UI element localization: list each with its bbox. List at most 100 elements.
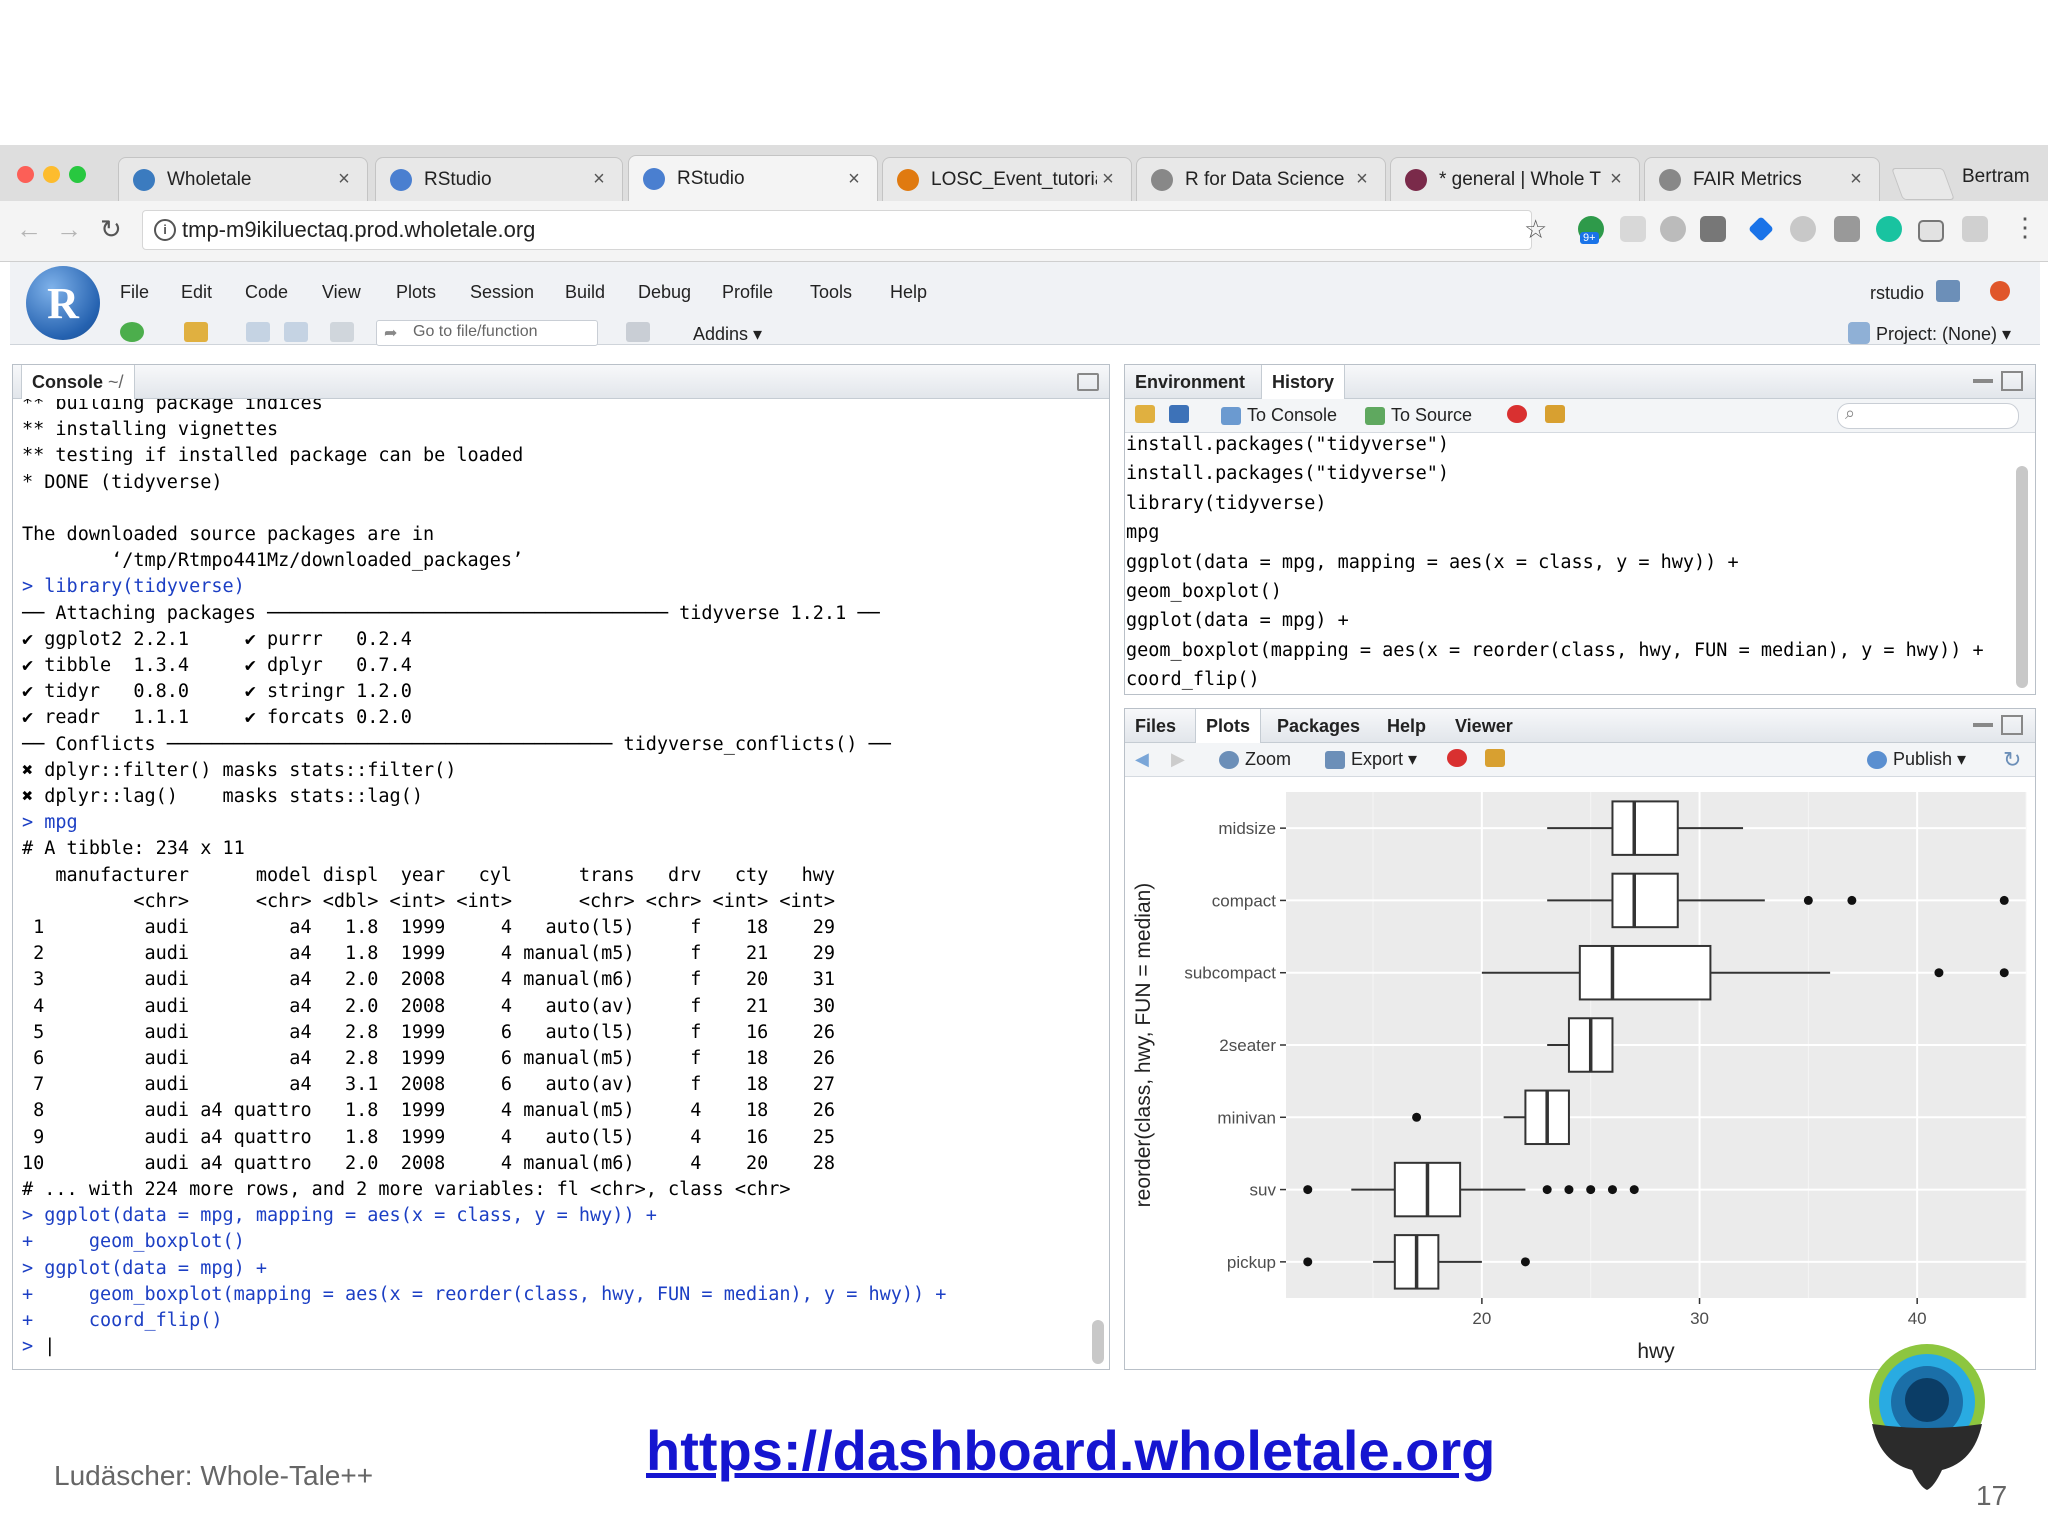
browser-tab[interactable]: FAIR Metrics × xyxy=(1644,157,1880,201)
menu-help[interactable]: Help xyxy=(890,282,927,303)
save-all-icon[interactable] xyxy=(284,322,308,342)
print-icon[interactable] xyxy=(330,322,354,342)
address-url[interactable]: tmp-m9ikiluectaq.prod.wholetale.org xyxy=(182,217,535,243)
browser-tab-title: Wholetale xyxy=(167,168,252,190)
menu-file[interactable]: File xyxy=(120,282,149,303)
console-body[interactable]: ** building package indices ** installing… xyxy=(13,399,1109,1369)
open-folder-icon[interactable] xyxy=(184,322,208,342)
load-history-icon[interactable] xyxy=(1135,405,1161,423)
tab-files[interactable]: Files xyxy=(1125,709,1186,743)
previous-plot-icon[interactable]: ◀ xyxy=(1135,749,1149,770)
publish-button[interactable]: Publish ▾ xyxy=(1867,749,1966,770)
menu-tools[interactable]: Tools xyxy=(810,282,852,303)
menu-edit[interactable]: Edit xyxy=(181,282,212,303)
new-file-icon[interactable] xyxy=(120,322,144,342)
history-entry[interactable]: install.packages("tidyverse") xyxy=(1126,430,1984,459)
minimize-pane-icon[interactable] xyxy=(1973,379,1993,383)
extension-icon[interactable] xyxy=(1834,216,1860,242)
addins-menu[interactable]: Addins ▾ xyxy=(693,324,762,345)
save-icon[interactable] xyxy=(246,322,270,342)
menu-debug[interactable]: Debug xyxy=(638,282,691,303)
window-zoom-button[interactable] xyxy=(69,166,86,183)
extension-icon[interactable] xyxy=(1876,216,1902,242)
menu-session[interactable]: Session xyxy=(470,282,534,303)
window-close-button[interactable] xyxy=(17,166,34,183)
remove-entries-icon[interactable] xyxy=(1507,405,1533,423)
remove-plot-icon[interactable] xyxy=(1447,749,1473,767)
dashboard-link[interactable]: https://dashboard.wholetale.org xyxy=(646,1418,1495,1483)
browser-tab[interactable]: RStudio × xyxy=(375,157,623,201)
browser-tab[interactable]: R for Data Science × xyxy=(1136,157,1386,201)
refresh-icon[interactable]: ↻ xyxy=(2003,747,2021,773)
bookmark-star-icon[interactable]: ☆ xyxy=(1524,214,1547,245)
browser-tab[interactable]: Wholetale × xyxy=(118,157,368,201)
extension-icon[interactable] xyxy=(1700,216,1726,242)
info-icon[interactable]: i xyxy=(154,219,176,241)
close-tab-icon[interactable]: × xyxy=(333,168,355,191)
maximize-pane-icon[interactable] xyxy=(1077,373,1099,391)
tab-viewer[interactable]: Viewer xyxy=(1445,709,1523,743)
forward-arrow-icon[interactable]: → xyxy=(56,214,82,245)
maximize-pane-icon[interactable] xyxy=(2001,715,2023,735)
zoom-button[interactable]: Zoom xyxy=(1219,749,1291,770)
history-entry[interactable]: coord_flip() xyxy=(1126,665,1984,694)
clear-plots-icon[interactable] xyxy=(1485,749,1511,767)
tab-packages[interactable]: Packages xyxy=(1267,709,1370,743)
tab-history[interactable]: History xyxy=(1261,365,1346,399)
history-entry[interactable]: install.packages("tidyverse") xyxy=(1126,459,1984,488)
go-to-file-input[interactable]: Go to file/function xyxy=(376,320,598,346)
close-tab-icon[interactable]: × xyxy=(1605,168,1627,191)
history-scrollbar[interactable] xyxy=(2016,466,2028,688)
history-entry[interactable]: mpg xyxy=(1126,518,1984,547)
menu-plots[interactable]: Plots xyxy=(396,282,436,303)
browser-menu-icon[interactable]: ⋮ xyxy=(2012,212,2038,243)
browser-tab[interactable]: LOSC_Event_tutoria × xyxy=(882,157,1132,201)
project-menu[interactable]: Project: (None) ▾ xyxy=(1876,324,2011,345)
history-list[interactable]: install.packages("tidyverse") install.pac… xyxy=(1126,430,1984,695)
clear-history-icon[interactable] xyxy=(1545,405,1571,423)
to-source-button[interactable]: To Source xyxy=(1365,405,1472,426)
extension-icon[interactable] xyxy=(1790,216,1816,242)
history-search-input[interactable] xyxy=(1837,403,2019,429)
history-entry[interactable]: library(tidyverse) xyxy=(1126,489,1984,518)
tab-plots[interactable]: Plots xyxy=(1195,709,1262,743)
close-tab-icon[interactable]: × xyxy=(843,168,865,191)
close-tab-icon[interactable]: × xyxy=(588,168,610,191)
close-tab-icon[interactable]: × xyxy=(1351,168,1373,191)
profile-name[interactable]: Bertram xyxy=(1962,166,2030,188)
history-entry[interactable]: ggplot(data = mpg, mapping = aes(x = cla… xyxy=(1126,548,1984,577)
signout-icon[interactable] xyxy=(1936,280,1960,302)
window-minimize-button[interactable] xyxy=(43,166,60,183)
tab-console[interactable]: Console ~/ xyxy=(21,365,135,399)
reload-icon[interactable]: ↻ xyxy=(100,214,122,245)
console-scrollbar[interactable] xyxy=(1092,1320,1104,1364)
save-history-icon[interactable] xyxy=(1169,405,1195,423)
extension-icon[interactable] xyxy=(1620,216,1646,242)
menu-build[interactable]: Build xyxy=(565,282,605,303)
new-tab-button[interactable] xyxy=(1891,168,1955,200)
tab-help[interactable]: Help xyxy=(1377,709,1436,743)
grid-layout-icon[interactable] xyxy=(626,322,650,342)
minimize-pane-icon[interactable] xyxy=(1973,723,1993,727)
history-entry[interactable]: geom_boxplot(mapping = aes(x = reorder(c… xyxy=(1126,636,1984,665)
tab-environment[interactable]: Environment xyxy=(1125,365,1255,399)
maximize-pane-icon[interactable] xyxy=(2001,371,2023,391)
back-arrow-icon[interactable]: ← xyxy=(16,214,42,245)
extension-icon[interactable] xyxy=(1962,216,1988,242)
cast-icon[interactable] xyxy=(1918,220,1944,242)
history-entry[interactable]: geom_boxplot() xyxy=(1126,577,1984,606)
menu-code[interactable]: Code xyxy=(245,282,288,303)
export-button[interactable]: Export ▾ xyxy=(1325,749,1417,770)
menu-profile[interactable]: Profile xyxy=(722,282,773,303)
close-tab-icon[interactable]: × xyxy=(1845,168,1867,191)
power-icon[interactable] xyxy=(1990,281,2010,301)
next-plot-icon[interactable]: ▶ xyxy=(1171,749,1185,770)
history-entry[interactable]: ggplot(data = mpg) + xyxy=(1126,606,1984,635)
menu-view[interactable]: View xyxy=(322,282,361,303)
to-console-button[interactable]: To Console xyxy=(1221,405,1337,426)
close-tab-icon[interactable]: × xyxy=(1097,168,1119,191)
console-line: ── Attaching packages ──────────────────… xyxy=(22,602,880,624)
extension-icon[interactable] xyxy=(1660,216,1686,242)
browser-tab[interactable]: RStudio × xyxy=(628,155,878,202)
browser-tab[interactable]: * general | Whole T × xyxy=(1390,157,1640,201)
